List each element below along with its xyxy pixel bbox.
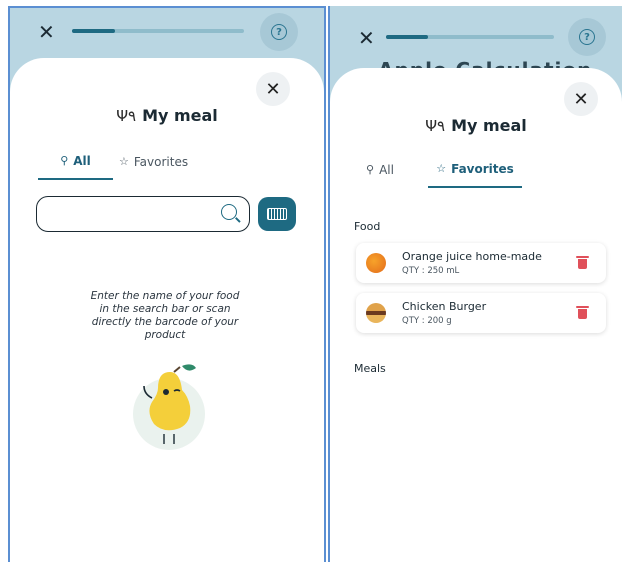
orange-juice-thumbnail [366,253,386,273]
barcode-scan-button[interactable] [258,197,296,231]
search-icon: ⚲ [366,163,375,176]
progress-fill [386,35,428,39]
help-icon: ? [271,24,287,40]
meal-sheet: ✕ Ψ٩ My meal ⚲ All ☆ Favorites Enter the… [10,58,324,562]
pear-mascot-illustration [133,364,205,450]
tab-bar: ⚲ All ☆ Favorites [366,160,522,188]
screen-favorites-tab: ✕ ? Apple Calculation ✕ Ψ٩ My meal ⚲ All… [328,6,622,562]
help-button[interactable]: ? [568,18,606,56]
close-icon[interactable]: ✕ [38,22,55,42]
section-heading-meals: Meals [354,362,386,375]
close-icon: ✕ [573,88,589,110]
close-icon: ✕ [265,78,281,100]
tab-favorites[interactable]: ☆ Favorites [428,160,522,188]
close-icon[interactable]: ✕ [358,28,375,48]
fork-knife-icon: Ψ٩ [116,106,137,125]
fork-knife-icon: Ψ٩ [425,116,446,135]
food-item-name: Chicken Burger [402,300,487,313]
food-item-name: Orange juice home-made [402,250,542,263]
progress-fill [72,29,115,33]
food-item-quantity: QTY : 250 mL [402,266,460,276]
sheet-close-button[interactable]: ✕ [564,82,598,116]
top-bar: ✕ ? [330,6,622,56]
trash-icon[interactable] [576,256,589,269]
tab-bar: ⚲ All ☆ Favorites [38,152,188,180]
screen-all-tab: ✕ ? ✕ Ψ٩ My meal ⚲ All ☆ Favorites Enter… [8,6,326,562]
section-heading-food: Food [354,220,381,233]
sheet-title: Ψ٩ My meal [330,116,622,135]
sheet-close-button[interactable]: ✕ [256,72,290,106]
sheet-title-text: My meal [451,116,527,135]
progress-bar [386,35,554,39]
sheet-title-text: My meal [142,106,218,125]
favorite-food-item[interactable]: Chicken Burger QTY : 200 g [356,293,606,333]
favorite-food-item[interactable]: Orange juice home-made QTY : 250 mL [356,243,606,283]
burger-thumbnail [366,303,386,323]
trash-icon[interactable] [576,306,589,319]
tab-favorites[interactable]: ☆ Favorites [113,152,188,180]
food-search-box[interactable] [36,196,250,232]
tab-all[interactable]: ⚲ All [366,160,428,188]
meal-sheet: ✕ Ψ٩ My meal ⚲ All ☆ Favorites Food Oran… [330,68,622,562]
search-icon[interactable] [221,204,237,220]
top-bar: ✕ ? [10,8,324,54]
food-item-quantity: QTY : 200 g [402,316,452,326]
search-icon: ⚲ [60,154,69,167]
help-icon: ? [579,29,595,45]
sheet-title: Ψ٩ My meal [10,106,324,125]
search-input[interactable] [47,197,217,227]
tab-all[interactable]: ⚲ All [38,152,113,180]
star-icon: ☆ [119,155,129,168]
progress-bar [72,29,244,33]
empty-state-hint: Enter the name of your food in the searc… [90,290,240,341]
help-button[interactable]: ? [260,13,298,51]
barcode-icon [267,208,287,220]
star-icon: ☆ [436,162,447,175]
